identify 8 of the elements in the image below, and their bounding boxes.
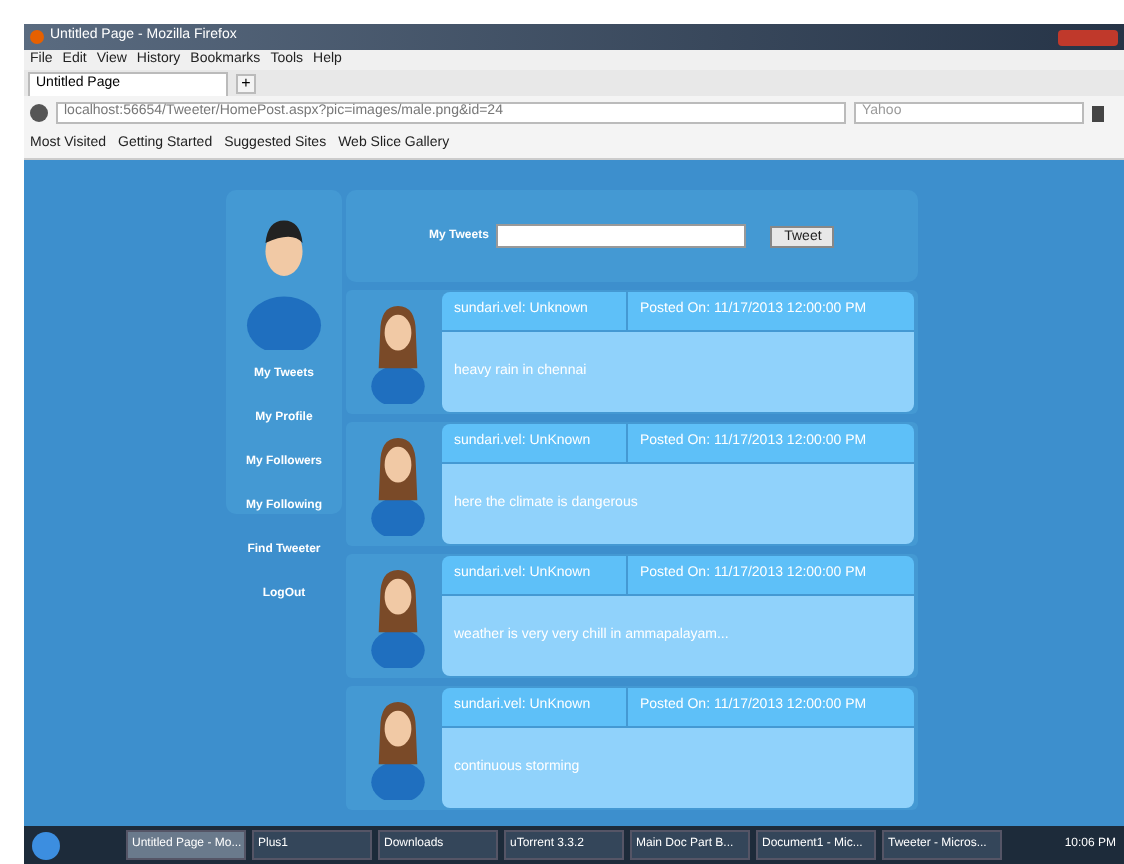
new-tab-button[interactable]: + [236, 74, 256, 94]
female-avatar-icon [366, 300, 430, 404]
firefox-icon [30, 30, 44, 44]
female-avatar-icon [366, 432, 430, 536]
female-avatar-icon [366, 564, 430, 668]
tweet-input[interactable] [496, 224, 747, 248]
start-button-icon[interactable] [32, 831, 60, 859]
female-avatar-icon [366, 696, 430, 800]
